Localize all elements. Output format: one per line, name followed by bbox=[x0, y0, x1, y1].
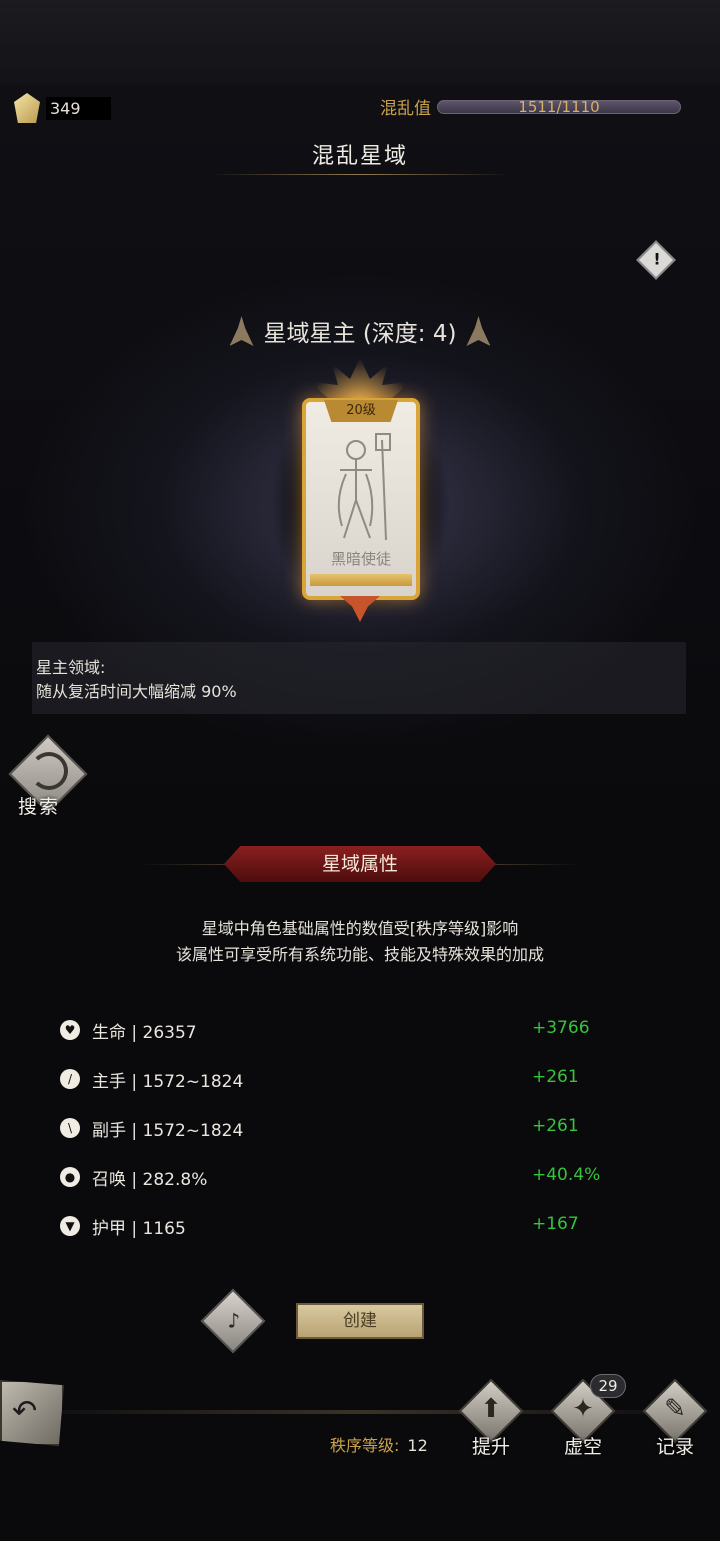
shield-icon: \ bbox=[60, 1118, 80, 1138]
stat-label: 副手 | 1572~1824 bbox=[92, 1121, 244, 1141]
stat-row-life: ♥ 生命 | 26357 +3766 bbox=[60, 1016, 680, 1046]
scroll-icon: ✎ bbox=[664, 1394, 686, 1424]
section-description: 星域中角色基础属性的数值受[秩序等级]影响 该属性可享受所有系统功能、技能及特殊… bbox=[0, 916, 720, 968]
gem-icon bbox=[14, 93, 40, 123]
left-wing-icon bbox=[229, 316, 254, 346]
void-label: 虚空 bbox=[563, 1436, 602, 1458]
record-label: 记录 bbox=[655, 1436, 694, 1458]
stat-label: 护甲 | 1165 bbox=[92, 1219, 186, 1239]
chaos-value: 1511/1110 bbox=[518, 97, 600, 116]
stat-row-summon: ● 召唤 | 282.8% +40.4% bbox=[60, 1163, 680, 1193]
stat-row-mainhand: / 主手 | 1572~1824 +261 bbox=[60, 1065, 680, 1095]
lord-heading-text: 星域星主 (深度: 4) bbox=[263, 321, 457, 347]
stat-row-offhand: \ 副手 | 1572~1824 +261 bbox=[60, 1114, 680, 1144]
sword-icon: / bbox=[60, 1069, 80, 1089]
back-button[interactable]: ↶ bbox=[0, 1380, 64, 1446]
void-icon: ✦ bbox=[572, 1394, 594, 1424]
right-wing-icon bbox=[466, 316, 491, 346]
stat-bonus: +167 bbox=[532, 1214, 579, 1234]
upgrade-label: 提升 bbox=[471, 1436, 510, 1458]
card-stripe bbox=[310, 574, 412, 586]
section-title: 星域属性 bbox=[224, 846, 496, 882]
chaos-label: 混乱值 bbox=[380, 99, 431, 119]
order-value: 12 bbox=[407, 1436, 428, 1455]
armor-icon: ▼ bbox=[60, 1216, 80, 1236]
create-button[interactable]: 创建 bbox=[296, 1303, 424, 1339]
notify-button[interactable]: ♪ bbox=[200, 1288, 266, 1354]
stat-bonus: +40.4% bbox=[532, 1165, 601, 1185]
domain-title: 星主领域: bbox=[36, 658, 106, 677]
lord-heading: 星域星主 (深度: 4) bbox=[0, 314, 720, 348]
order-label: 秩序等级: bbox=[330, 1436, 400, 1455]
search-label: 搜索 bbox=[18, 796, 61, 818]
desc-line-1: 星域中角色基础属性的数值受[秩序等级]影响 bbox=[201, 919, 519, 938]
stat-label: 生命 | 26357 bbox=[92, 1023, 197, 1043]
chaos-meter: 混乱值 1511/1110 bbox=[380, 94, 681, 119]
title-divider bbox=[210, 174, 510, 175]
swirl-icon bbox=[30, 752, 68, 790]
domain-panel: 星主领域: 随从复活时间大幅缩减 90% bbox=[32, 642, 686, 714]
chaos-bar: 1511/1110 bbox=[437, 97, 681, 116]
upgrade-button[interactable]: ⬆ 提升 bbox=[456, 1378, 526, 1458]
stat-row-armor: ▼ 护甲 | 1165 +167 bbox=[60, 1212, 680, 1242]
up-arrow-icon: ⬆ bbox=[480, 1394, 502, 1424]
currency-display: 349 bbox=[14, 93, 111, 123]
stat-label: 主手 | 1572~1824 bbox=[92, 1072, 244, 1092]
bell-icon: ♪ bbox=[227, 1308, 241, 1333]
domain-effect: 随从复活时间大幅缩减 90% bbox=[36, 682, 237, 701]
page-title: 混乱星域 bbox=[311, 144, 408, 169]
stat-bonus: +261 bbox=[532, 1067, 579, 1087]
card-name: 黑暗使徒 bbox=[330, 550, 391, 568]
lord-card[interactable]: 20级 黑暗使徒 bbox=[302, 398, 420, 600]
currency-amount: 349 bbox=[46, 96, 111, 120]
order-level: 秩序等级: 12 bbox=[330, 1432, 428, 1456]
stat-bonus: +3766 bbox=[532, 1018, 590, 1038]
record-button[interactable]: ✎ 记录 bbox=[640, 1378, 710, 1458]
section-header: 星域属性 bbox=[140, 846, 580, 882]
back-arrow-icon: ↶ bbox=[12, 1394, 38, 1429]
warning-icon: ! bbox=[653, 249, 661, 269]
heart-icon: ♥ bbox=[60, 1020, 80, 1040]
card-level: 20级 bbox=[324, 400, 398, 422]
stat-bonus: +261 bbox=[532, 1116, 579, 1136]
card-portrait bbox=[316, 428, 406, 548]
stat-label: 召唤 | 282.8% bbox=[92, 1170, 208, 1190]
status-bar-area bbox=[0, 0, 720, 84]
summon-icon: ● bbox=[60, 1167, 80, 1187]
void-badge: 29 bbox=[590, 1374, 626, 1398]
desc-line-2: 该属性可享受所有系统功能、技能及特殊效果的加成 bbox=[175, 945, 544, 964]
